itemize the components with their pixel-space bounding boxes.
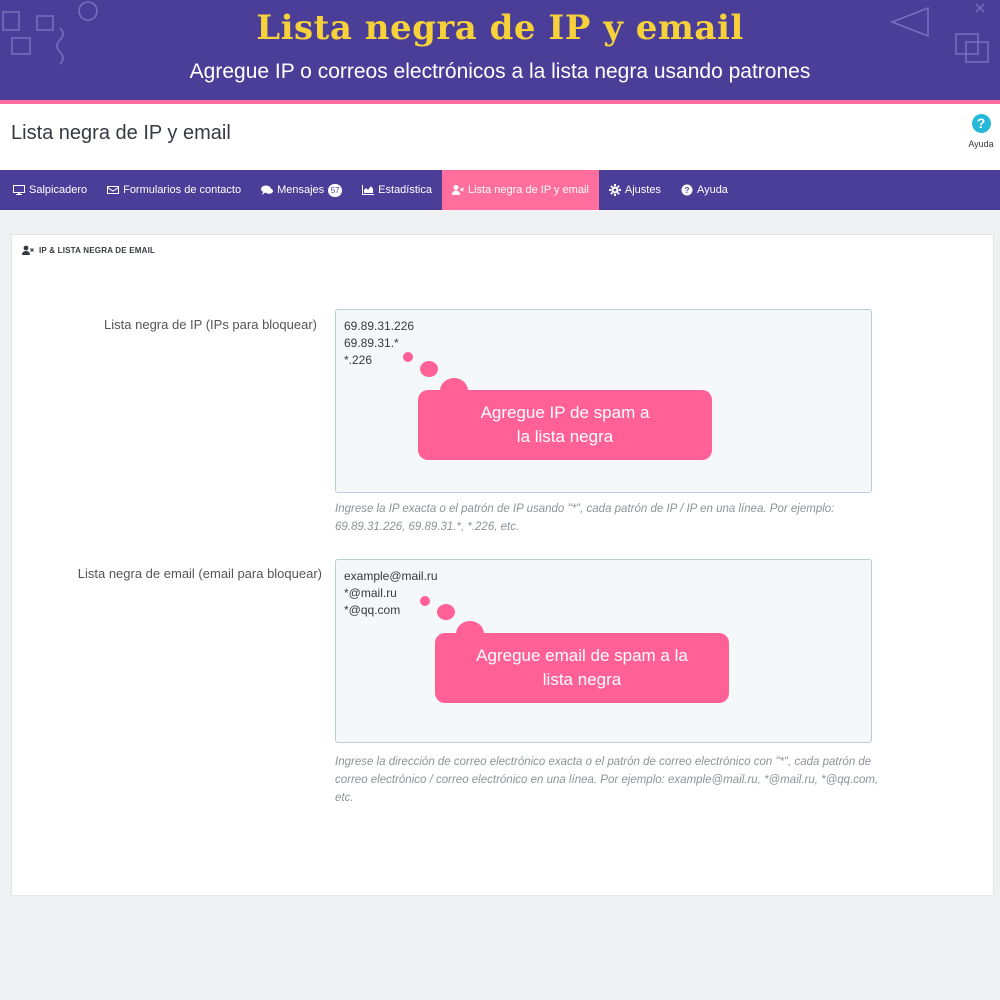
area-chart-icon xyxy=(362,185,375,195)
tab-label: Ayuda xyxy=(696,184,728,196)
ip-blacklist-hint: Ingrese la IP exacta o el patrón de IP u… xyxy=(335,503,835,533)
help-button[interactable]: ? Ayuda xyxy=(966,114,996,149)
module-tabs: Salpicadero Formularios de contacto Mens… xyxy=(0,170,1000,210)
ip-callout-line1: Agregue IP de spam a xyxy=(480,403,650,422)
email-line: example@mail.ru xyxy=(344,569,438,583)
email-callout-line1: Agregue email de spam a la xyxy=(476,646,688,665)
question-circle-icon: ? xyxy=(971,114,991,133)
banner-title: Lista negra de IP y email xyxy=(256,8,744,48)
panel-heading: IP & LISTA NEGRA DE EMAIL xyxy=(22,245,155,255)
user-times-icon xyxy=(22,245,34,255)
banner-subtitle: Agregue IP o correos electrónicos a la l… xyxy=(189,60,811,83)
ip-callout: Agregue IP de spam a la lista negra xyxy=(418,390,712,460)
gear-icon xyxy=(608,184,621,196)
tab-label: Mensajes xyxy=(277,184,325,196)
help-label: Ayuda xyxy=(968,139,994,149)
page-header: Lista negra de IP y email ? Ayuda xyxy=(0,104,1000,170)
tab-estadistica[interactable]: Estadística xyxy=(352,170,442,210)
callout-bubble-dot xyxy=(403,352,413,362)
email-callout: Agregue email de spam a la lista negra xyxy=(435,633,729,703)
tab-label: Lista negra de IP y email xyxy=(467,184,589,196)
callout-bubble-dot xyxy=(437,604,455,620)
svg-text:?: ? xyxy=(684,186,689,195)
tab-formularios[interactable]: Formularios de contacto xyxy=(97,170,251,210)
callout-bubble-dot xyxy=(420,596,430,606)
messages-count-badge: 57 xyxy=(328,183,343,197)
tab-label: Formularios de contacto xyxy=(123,184,242,196)
email-blacklist-label: Lista negra de email (email para bloquea… xyxy=(77,566,322,581)
email-blacklist-hint: Ingrese la dirección de correo electróni… xyxy=(335,756,879,804)
envelope-icon xyxy=(107,186,120,194)
callout-bubble-dot xyxy=(420,361,438,377)
page-title: Lista negra de IP y email xyxy=(11,122,231,144)
tab-ajustes[interactable]: Ajustes xyxy=(599,170,671,210)
question-circle-icon: ? xyxy=(681,184,693,196)
email-callout-line2: lista negra xyxy=(542,670,622,689)
comments-icon xyxy=(261,185,274,195)
monitor-icon xyxy=(13,185,25,195)
ip-blacklist-label: Lista negra de IP (IPs para bloquear) xyxy=(104,317,317,332)
panel-heading-text: IP & LISTA NEGRA DE EMAIL xyxy=(39,245,156,255)
tab-salpicadero[interactable]: Salpicadero xyxy=(3,170,97,210)
tab-label: Salpicadero xyxy=(29,184,88,196)
tab-ayuda[interactable]: ? Ayuda xyxy=(671,170,738,210)
promo-banner: Lista negra de IP y email Agregue IP o c… xyxy=(0,0,1000,103)
user-times-icon xyxy=(451,185,464,195)
ip-line: 69.89.31.226 xyxy=(344,319,415,333)
tab-mensajes[interactable]: Mensajes 57 xyxy=(251,170,352,210)
tab-lista-negra[interactable]: Lista negra de IP y email xyxy=(441,170,599,210)
tab-label: Ajustes xyxy=(624,184,661,196)
ip-callout-line2: la lista negra xyxy=(516,427,614,446)
ip-line: 69.89.31.* xyxy=(344,336,399,350)
tab-label: Estadística xyxy=(378,184,432,196)
